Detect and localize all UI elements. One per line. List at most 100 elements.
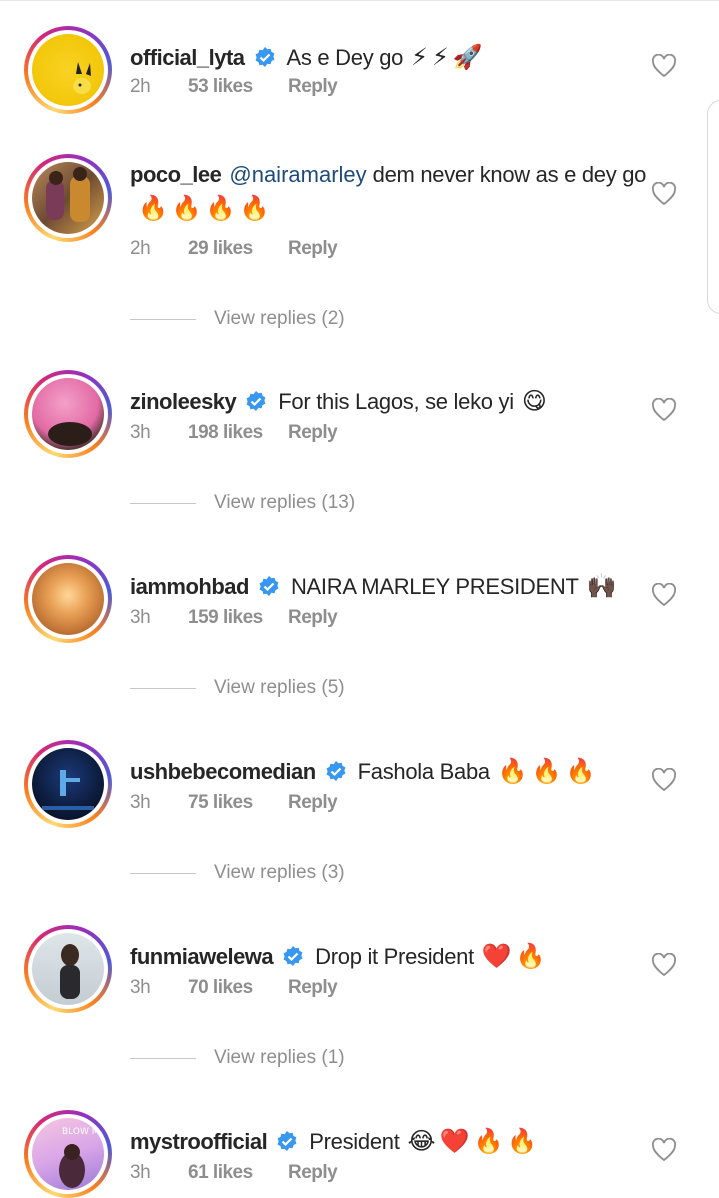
comment-line: zinoleesky For this Lagos, se leko yi 😋 — [130, 384, 630, 420]
username[interactable]: mystroofficial — [130, 1124, 268, 1160]
likes-count[interactable]: 198 likes — [188, 422, 288, 444]
view-replies-label[interactable]: View replies (2) — [214, 308, 345, 330]
verified-badge-icon — [259, 576, 279, 596]
view-replies-button[interactable]: View replies (3) — [130, 862, 345, 884]
likes-count[interactable]: 70 likes — [188, 977, 288, 999]
comment-text: Fashola Baba — [357, 759, 490, 784]
verified-badge-icon — [277, 1131, 297, 1151]
likes-count[interactable]: 53 likes — [188, 76, 288, 98]
avatar[interactable] — [32, 162, 104, 234]
comment-emojis: 🔥🔥🔥 — [497, 758, 600, 785]
comment-text: Drop it President — [315, 944, 474, 969]
comment-meta: 3h 198 likes Reply — [130, 422, 338, 444]
view-replies-label[interactable]: View replies (13) — [214, 492, 355, 514]
view-replies-label[interactable]: View replies (3) — [214, 862, 345, 884]
comment-line: ushbebecomedian Fashola Baba 🔥🔥🔥 — [130, 754, 630, 790]
avatar[interactable] — [32, 748, 104, 820]
replies-divider — [130, 872, 196, 874]
comment-meta: 3h 75 likes Reply — [130, 792, 338, 814]
verified-badge-icon — [246, 391, 266, 411]
reply-button[interactable]: Reply — [288, 238, 338, 260]
username[interactable]: zinoleesky — [130, 384, 237, 420]
comment-line: funmiawelewa Drop it President ❤️🔥 — [130, 939, 630, 975]
comment-time: 2h — [130, 238, 151, 259]
comment-text: dem never know as e dey go — [372, 162, 647, 187]
heart-outline-icon[interactable] — [651, 398, 677, 422]
avatar-story-ring[interactable] — [24, 925, 112, 1013]
username[interactable]: iammohbad — [130, 569, 249, 605]
replies-divider — [130, 687, 196, 689]
side-panel-tab[interactable] — [707, 100, 719, 314]
heart-outline-icon[interactable] — [651, 583, 677, 607]
comment-meta: 3h 61 likes Reply — [130, 1162, 338, 1184]
reply-button[interactable]: Reply — [288, 977, 338, 999]
comment-text: NAIRA MARLEY PRESIDENT — [290, 574, 579, 599]
comment-text: As e Dey go — [286, 45, 404, 70]
comment-time: 3h — [130, 422, 151, 443]
verified-badge-icon — [255, 47, 274, 67]
username[interactable]: official_lyta — [130, 40, 245, 76]
comment-meta: 3h 159 likes Reply — [130, 607, 338, 629]
comment-meta: 2h 53 likes Reply — [130, 76, 338, 98]
likes-count[interactable]: 159 likes — [188, 607, 288, 629]
comment-text: For this Lagos, se leko yi — [278, 389, 514, 414]
comment-emojis: ⚡⚡🚀 — [411, 44, 487, 71]
comment-meta: 3h 70 likes Reply — [130, 977, 338, 999]
comment-emojis: 🙌🏿 — [586, 573, 621, 600]
comment-meta: 2h 29 likes Reply — [130, 238, 338, 260]
likes-count[interactable]: 29 likes — [188, 238, 288, 260]
heart-outline-icon[interactable] — [651, 182, 677, 206]
avatar-story-ring[interactable] — [24, 555, 112, 643]
username[interactable]: funmiawelewa — [130, 939, 274, 975]
heart-outline-icon[interactable] — [651, 768, 677, 792]
replies-divider — [130, 502, 196, 504]
likes-count[interactable]: 61 likes — [188, 1162, 288, 1184]
avatar[interactable] — [32, 933, 104, 1005]
heart-outline-icon[interactable] — [651, 54, 677, 78]
view-replies-button[interactable]: View replies (5) — [130, 677, 345, 699]
replies-divider — [130, 318, 196, 320]
username[interactable]: poco_lee — [130, 162, 222, 187]
reply-button[interactable]: Reply — [288, 792, 338, 814]
comment-time: 3h — [130, 1162, 151, 1183]
view-replies-label[interactable]: View replies (5) — [214, 677, 345, 699]
comment-line: mystroofficial President 😂❤️🔥🔥 — [130, 1124, 630, 1160]
comment-emojis: 😋 — [521, 388, 551, 415]
view-replies-label[interactable]: View replies (1) — [214, 1047, 345, 1069]
comment-text: President — [309, 1129, 400, 1154]
reply-button[interactable]: Reply — [288, 1162, 338, 1184]
comment-time: 3h — [130, 792, 151, 813]
view-replies-button[interactable]: View replies (2) — [130, 308, 345, 330]
comment-line: poco_lee @nairamarley dem never know as e … — [130, 158, 650, 226]
svg-text:BLOW MY: BLOW MY — [62, 1127, 104, 1137]
view-replies-button[interactable]: View replies (1) — [130, 1047, 345, 1069]
comment-emojis: 😂❤️🔥🔥 — [407, 1128, 542, 1155]
view-replies-button[interactable]: View replies (13) — [130, 492, 355, 514]
reply-button[interactable]: Reply — [288, 607, 338, 629]
mention-link[interactable]: @nairamarley — [229, 162, 366, 187]
comment-time: 3h — [130, 977, 151, 998]
verified-badge-icon — [283, 946, 303, 966]
avatar-story-ring[interactable] — [24, 26, 112, 114]
heart-outline-icon[interactable] — [651, 953, 677, 977]
verified-badge-icon — [326, 761, 346, 781]
likes-count[interactable]: 75 likes — [188, 792, 288, 814]
comment-emojis: ❤️🔥 — [481, 943, 550, 970]
reply-button[interactable]: Reply — [288, 76, 338, 98]
avatar[interactable] — [32, 378, 104, 450]
avatar-story-ring[interactable] — [24, 370, 112, 458]
avatar-story-ring[interactable] — [24, 154, 112, 242]
comment-line: official_lyta As e Dey go ⚡⚡🚀 — [130, 40, 630, 76]
reply-button[interactable]: Reply — [288, 422, 338, 444]
comment-time: 3h — [130, 607, 151, 628]
avatar[interactable]: BLOW MY — [32, 1118, 104, 1190]
avatar-story-ring[interactable]: BLOW MY — [24, 1110, 112, 1198]
comment-emojis: 🔥🔥🔥🔥 — [138, 195, 274, 222]
comment-line: iammohbad NAIRA MARLEY PRESIDENT 🙌🏿 — [130, 569, 630, 605]
replies-divider — [130, 1057, 196, 1059]
avatar[interactable] — [32, 34, 104, 106]
avatar[interactable] — [32, 563, 104, 635]
username[interactable]: ushbebecomedian — [130, 754, 316, 790]
heart-outline-icon[interactable] — [651, 1138, 677, 1162]
avatar-story-ring[interactable] — [24, 740, 112, 828]
